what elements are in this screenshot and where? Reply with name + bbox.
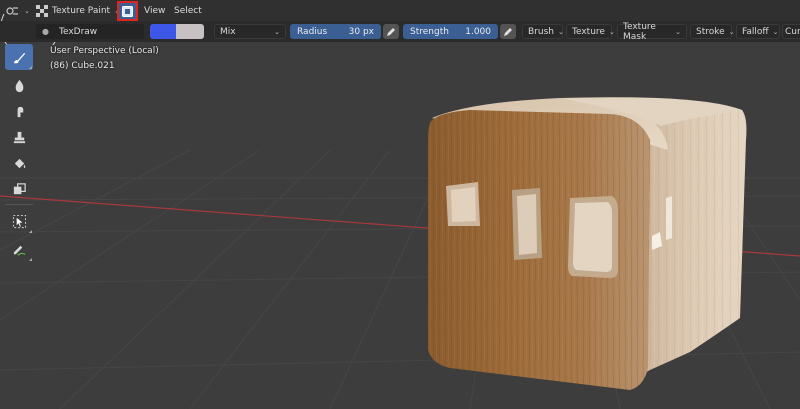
radius-pressure-button[interactable] <box>383 24 399 39</box>
select-tool[interactable] <box>5 208 33 234</box>
texture-mask-popover-label: Texture Mask <box>623 21 656 42</box>
menu-view[interactable]: View <box>144 3 165 18</box>
chevron-down-icon: ⌄ <box>557 27 564 36</box>
pen-pressure-icon <box>387 27 395 36</box>
chevron-down-icon: ⌄ <box>274 27 280 36</box>
active-object-label: (86) Cube.021 <box>50 61 115 71</box>
paint-mask-toggle[interactable] <box>117 1 138 21</box>
texture-mask-popover[interactable]: Texture Mask ⌄ <box>617 21 687 42</box>
menu-select[interactable]: Select <box>174 3 202 18</box>
primary-color-swatch[interactable] <box>150 24 176 39</box>
blend-mode-value: Mix <box>220 26 236 37</box>
soften-tool[interactable] <box>5 72 33 98</box>
mask-tool[interactable] <box>5 176 33 202</box>
viewport-header: ⌄ Texture Paint ⌄ View Select <box>0 0 800 21</box>
annotate-tool[interactable] <box>5 236 33 262</box>
cursor-popover[interactable]: Curs <box>782 24 800 39</box>
chevron-down-icon: ⌄ <box>772 27 779 36</box>
brush-draw-icon <box>13 52 25 63</box>
radius-slider[interactable]: Radius 30 px <box>290 24 381 39</box>
fill-tool[interactable] <box>5 150 33 176</box>
smear-finger-icon <box>17 106 23 117</box>
select-box-icon <box>12 214 26 228</box>
chevron-down-icon: ⌄ <box>608 27 615 36</box>
face-mask-icon <box>122 5 133 17</box>
stroke-popover[interactable]: Stroke ⌄ <box>690 24 735 39</box>
falloff-popover-label: Falloff <box>742 26 769 37</box>
smear-tool[interactable] <box>5 98 33 124</box>
viewport-canvas <box>0 97 800 409</box>
blend-mode-dropdown[interactable]: Mix ⌄ <box>214 24 286 39</box>
strength-label: Strength <box>410 26 449 37</box>
strength-slider[interactable]: Strength 1.000 <box>403 24 498 39</box>
brush-selector[interactable]: ● TexDraw <box>36 24 144 39</box>
stamp-icon <box>13 131 25 143</box>
clone-tool[interactable] <box>5 124 33 150</box>
stroke-popover-label: Stroke <box>696 26 725 37</box>
brush-popover[interactable]: Brush ⌄ <box>522 24 564 39</box>
drop-icon <box>15 79 23 92</box>
chevron-down-icon: ⌄ <box>728 27 735 36</box>
annotate-pencil-icon <box>13 245 25 256</box>
secondary-color-swatch[interactable] <box>176 24 204 39</box>
radius-value: 30 px <box>348 26 374 37</box>
strength-pressure-button[interactable] <box>500 24 516 39</box>
texture-popover[interactable]: Texture ⌄ <box>566 24 615 39</box>
cube-object <box>428 97 747 390</box>
view-perspective-label: User Perspective (Local) <box>50 46 159 56</box>
pen-pressure-icon <box>504 27 512 36</box>
toolbar-divider <box>5 204 33 205</box>
chevron-down-icon: ⌄ <box>675 27 681 36</box>
mode-label: Texture Paint <box>52 5 111 16</box>
falloff-popover[interactable]: Falloff ⌄ <box>736 24 780 39</box>
brush-name: TexDraw <box>58 26 98 37</box>
draw-tool[interactable] <box>5 44 33 70</box>
mask-icon <box>13 182 26 194</box>
radius-label: Radius <box>297 26 328 37</box>
brush-icon: ● <box>42 27 49 36</box>
strength-value: 1.000 <box>465 26 491 37</box>
brush-popover-label: Brush <box>528 26 554 37</box>
paint-bucket-icon <box>14 158 25 168</box>
3d-viewport[interactable] <box>0 42 800 409</box>
cursor-popover-label: Curs <box>785 26 800 37</box>
texture-popover-label: Texture <box>572 26 605 37</box>
